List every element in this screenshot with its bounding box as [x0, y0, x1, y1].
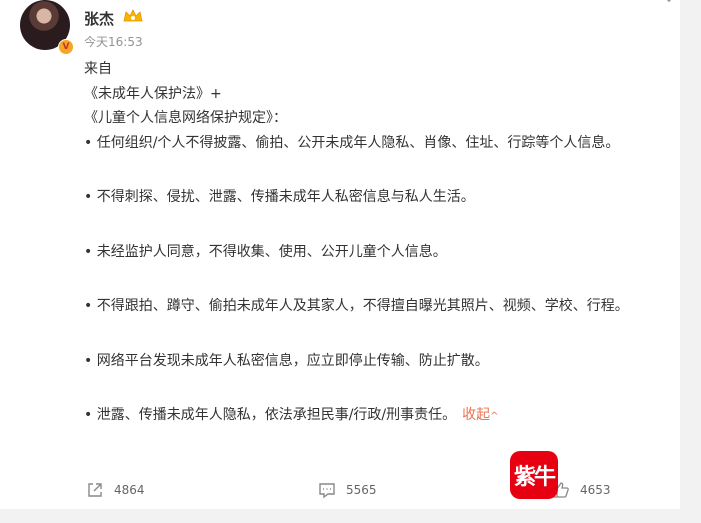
- collapse-link[interactable]: 收起^: [462, 407, 498, 423]
- repost-count: 4864: [114, 483, 145, 497]
- ziniu-watermark-logo: 紫牛: [510, 451, 558, 499]
- content-bullet: • 任何组织/个人不得披露、偷拍、公开未成年人隐私、肖像、住址、行踪等个人信息。: [84, 134, 620, 151]
- verified-badge-icon: V: [58, 39, 74, 55]
- content-line: 来自: [84, 61, 112, 77]
- content-bullet: • 不得刺探、侵扰、泄露、传播未成年人私密信息与私人生活。: [84, 189, 475, 205]
- like-count: 4653: [580, 483, 611, 497]
- more-chevron-down-icon[interactable]: [662, 0, 676, 4]
- post-timestamp[interactable]: 今天16:53: [84, 33, 143, 50]
- content-bullet: • 未经监护人同意，不得收集、使用、公开儿童个人信息。: [84, 243, 447, 260]
- content-line: 《儿童个人信息网络保护规定》：: [84, 110, 287, 126]
- like-button[interactable]: 4653: [552, 481, 611, 499]
- bottom-separator: [0, 509, 701, 523]
- scrollbar-track[interactable]: [680, 0, 701, 523]
- content-bullet: • 不得跟拍、蹲守、偷拍未成年人及其家人，不得擅自曝光其照片、视频、学校、行程。: [84, 298, 629, 314]
- comment-button[interactable]: 5565: [318, 481, 377, 499]
- weibo-post-card: V 张杰 今天16:53 来自 《未成年人保护法》+ 《儿童个人信息网络保护规定…: [0, 0, 680, 523]
- collapse-label: 收起: [462, 407, 491, 423]
- content-bullet-text: • 泄露、传播未成年人隐私，依法承担民事/行政/刑事责任。: [84, 407, 457, 423]
- vip-crown-icon: [123, 9, 143, 22]
- repost-button[interactable]: 4864: [86, 481, 145, 499]
- content-bullet: • 网络平台发现未成年人私密信息，应立即停止传输、防止扩散。: [84, 352, 489, 369]
- post-action-bar: 4864 5565 4653: [0, 478, 680, 504]
- collapse-arrow-icon: ^: [490, 411, 499, 422]
- author-name[interactable]: 张杰: [84, 8, 114, 29]
- repost-icon: [88, 483, 102, 497]
- content-line: 《未成年人保护法》+: [84, 85, 222, 102]
- post-content: 来自 《未成年人保护法》+ 《儿童个人信息网络保护规定》： • 任何组织/个人不…: [84, 57, 674, 430]
- comment-count: 5565: [346, 483, 377, 497]
- content-bullet-last: • 泄露、传播未成年人隐私，依法承担民事/行政/刑事责任。 收起^: [84, 403, 674, 430]
- comment-icon: [319, 483, 335, 499]
